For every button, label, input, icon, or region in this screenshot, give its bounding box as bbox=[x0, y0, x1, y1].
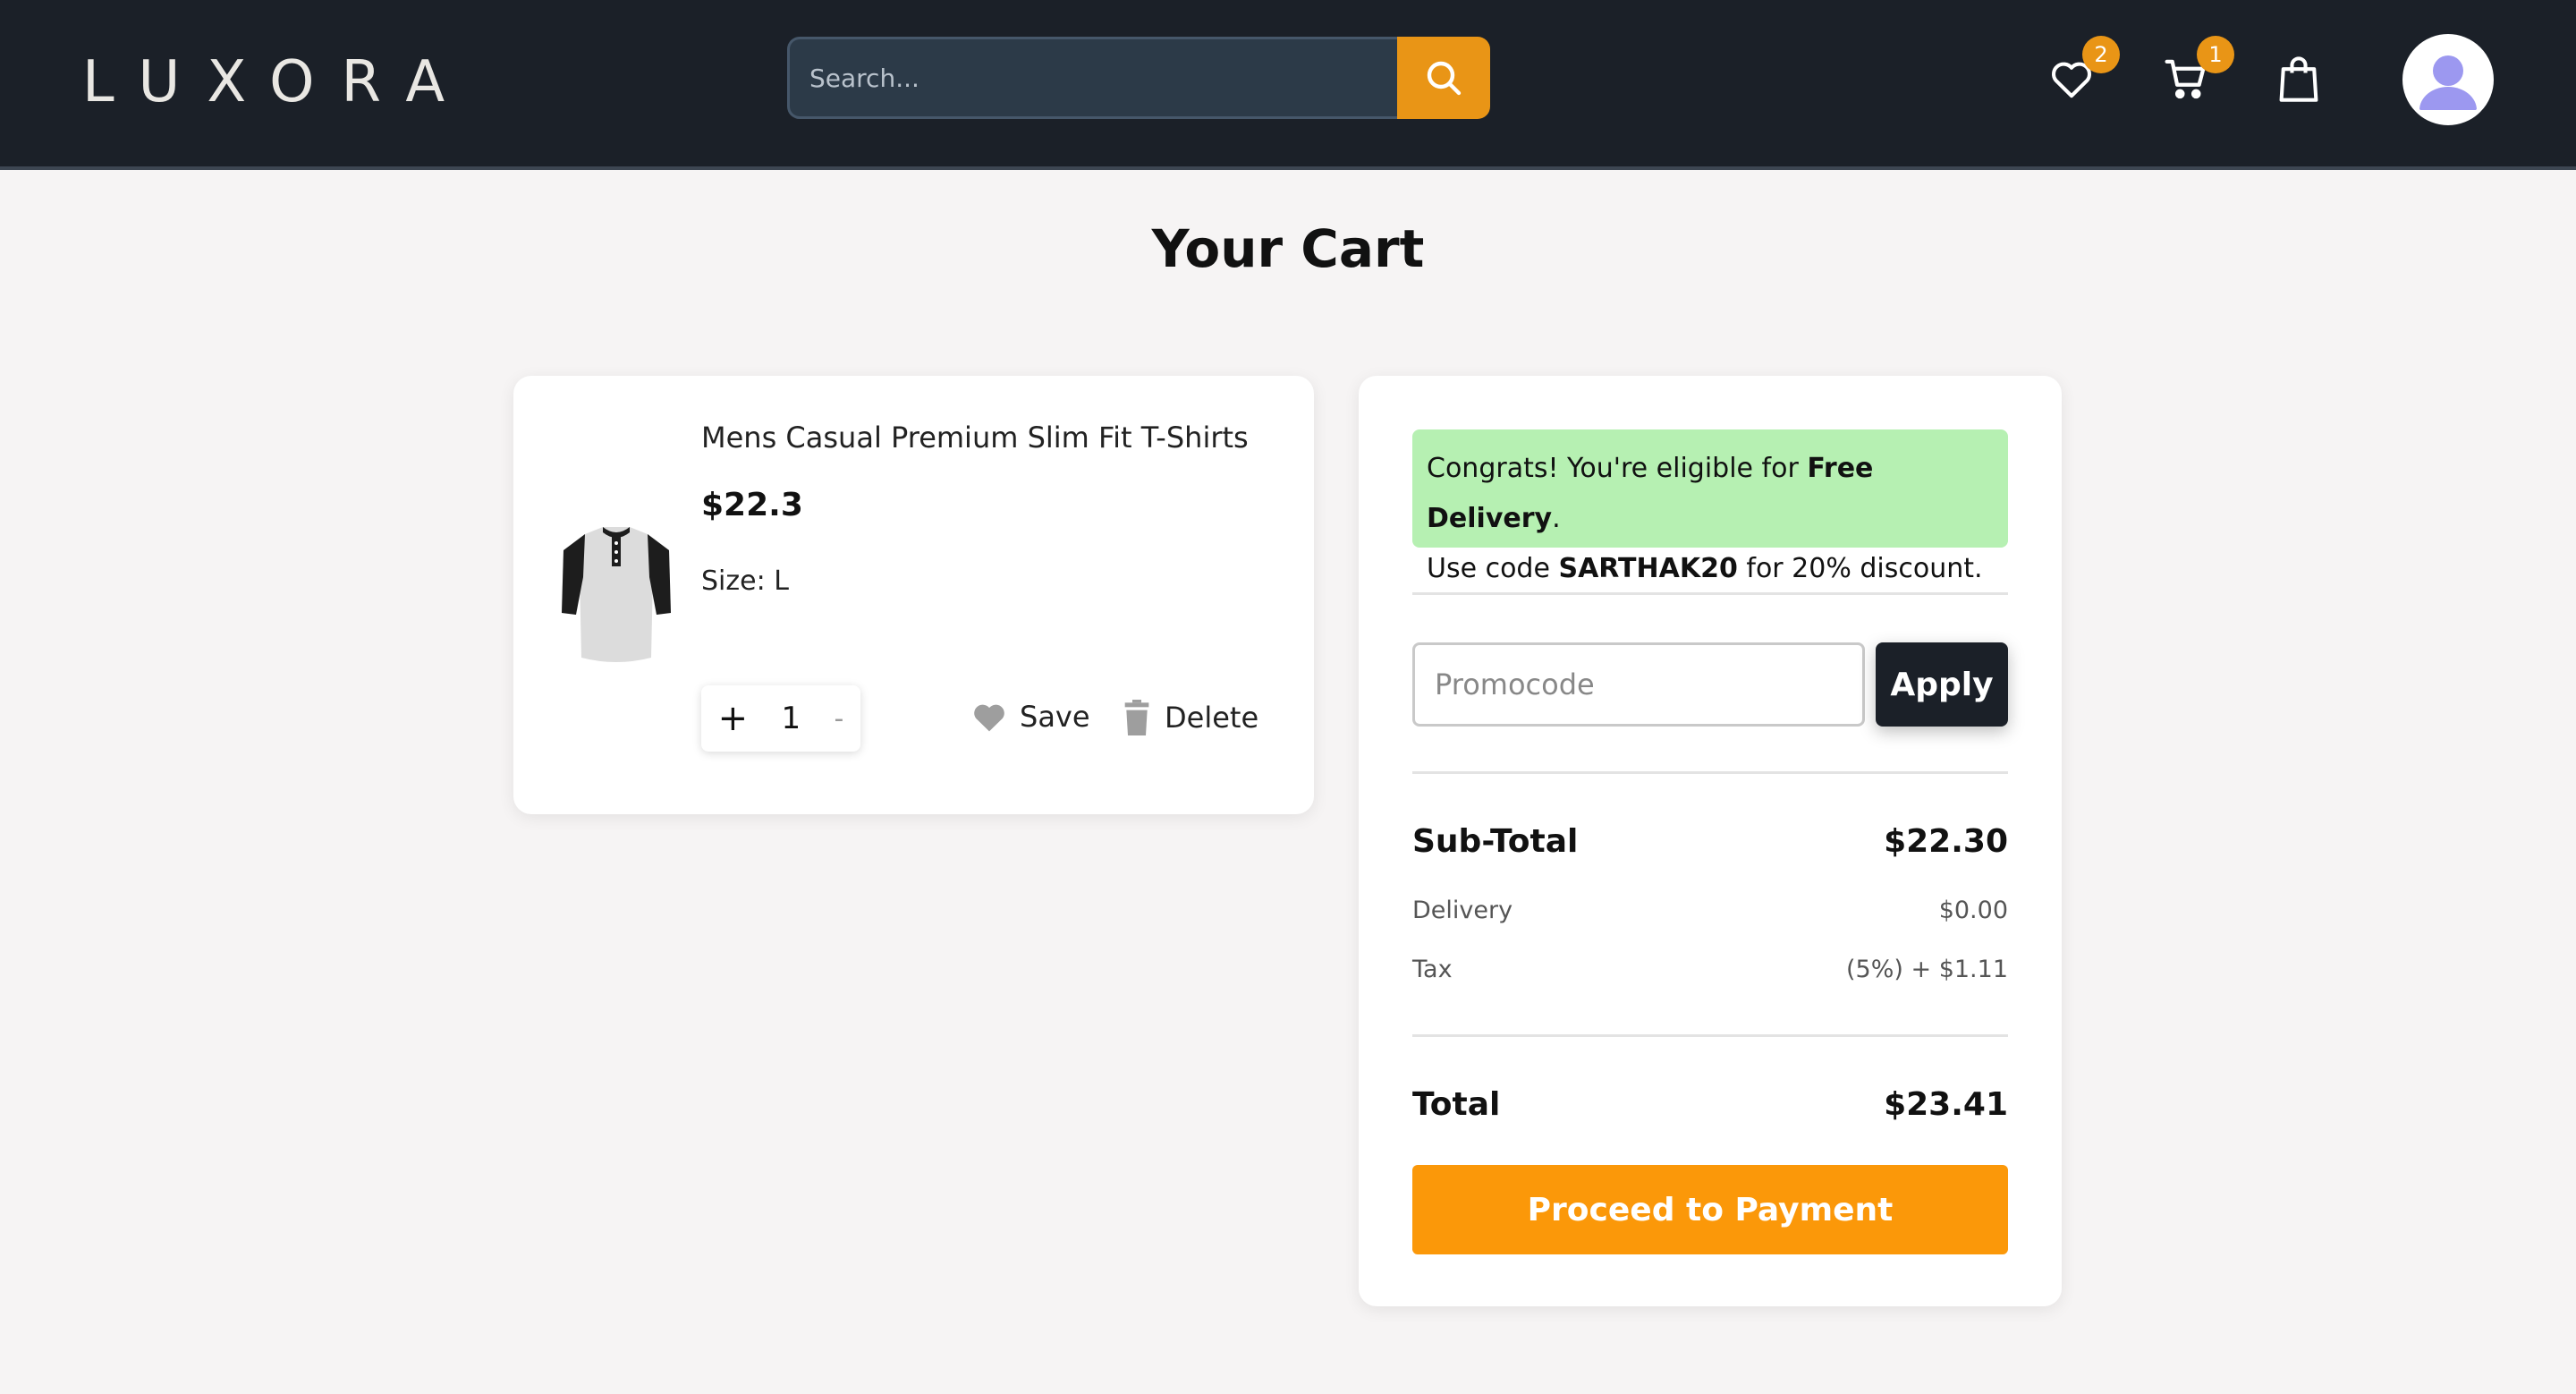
banner-line-2: Use code SARTHAK20 for 20% discount. bbox=[1427, 553, 1983, 584]
apply-promo-button[interactable]: Apply bbox=[1876, 642, 2008, 727]
quantity-value: 1 bbox=[781, 701, 801, 736]
proceed-to-payment-button[interactable]: Proceed to Payment bbox=[1412, 1165, 2008, 1254]
heart-icon bbox=[974, 704, 1004, 732]
search-icon bbox=[1427, 61, 1462, 96]
user-avatar[interactable] bbox=[2402, 34, 2494, 125]
brand-logo[interactable]: LUXORA bbox=[82, 47, 471, 118]
wishlist-count-badge: 2 bbox=[2082, 36, 2120, 73]
save-label: Save bbox=[1020, 700, 1090, 734]
delivery-label: Delivery bbox=[1412, 897, 1513, 924]
quantity-increase-button[interactable]: + bbox=[718, 698, 749, 739]
orders-button[interactable] bbox=[2270, 50, 2327, 107]
delete-item-button[interactable]: Delete bbox=[1122, 700, 1258, 735]
product-name[interactable]: Mens Casual Premium Slim Fit T-Shirts bbox=[701, 421, 1249, 455]
delivery-row: Delivery $0.00 bbox=[1412, 897, 2008, 924]
divider bbox=[1412, 1034, 2008, 1037]
search-bar bbox=[787, 37, 1490, 119]
delete-label: Delete bbox=[1165, 701, 1259, 735]
delivery-value: $0.00 bbox=[1938, 897, 2008, 924]
tax-row: Tax (5%) + $1.11 bbox=[1412, 956, 2008, 983]
quantity-stepper: + 1 - bbox=[701, 685, 860, 752]
subtotal-label: Sub-Total bbox=[1412, 823, 1579, 860]
top-navbar: LUXORA 2 1 bbox=[0, 0, 2576, 170]
search-input[interactable] bbox=[787, 37, 1397, 119]
bag-icon bbox=[2279, 56, 2318, 102]
divider bbox=[1412, 592, 2008, 595]
save-for-later-button[interactable]: Save bbox=[971, 700, 1090, 734]
promocode-input[interactable] bbox=[1412, 642, 1865, 727]
cart-item-card: Mens Casual Premium Slim Fit T-Shirts $2… bbox=[513, 376, 1314, 814]
trash-icon bbox=[1124, 700, 1149, 735]
cart-count-badge: 1 bbox=[2197, 36, 2234, 73]
divider bbox=[1412, 771, 2008, 774]
user-avatar-icon bbox=[2407, 38, 2489, 121]
search-button[interactable] bbox=[1397, 37, 1490, 119]
tax-value: (5%) + $1.11 bbox=[1846, 956, 2008, 983]
product-image[interactable] bbox=[558, 523, 674, 667]
tax-label: Tax bbox=[1412, 956, 1453, 983]
product-size: Size: L bbox=[701, 565, 789, 597]
subtotal-row: Sub-Total $22.30 bbox=[1412, 823, 2008, 860]
wishlist-button[interactable]: 2 bbox=[2043, 36, 2120, 107]
page-title: Your Cart bbox=[1151, 218, 1425, 279]
quantity-decrease-button[interactable]: - bbox=[834, 703, 843, 735]
cart-button[interactable]: 1 bbox=[2157, 36, 2234, 107]
subtotal-value: $22.30 bbox=[1884, 823, 2008, 860]
product-price: $22.3 bbox=[701, 487, 803, 523]
total-label: Total bbox=[1412, 1086, 1501, 1123]
banner-line-1: Congrats! You're eligible for Free Deliv… bbox=[1427, 453, 1874, 534]
order-summary-card: Congrats! You're eligible for Free Deliv… bbox=[1359, 376, 2062, 1306]
free-delivery-banner: Congrats! You're eligible for Free Deliv… bbox=[1412, 429, 2008, 584]
total-row: Total $23.41 bbox=[1412, 1086, 2008, 1123]
total-value: $23.41 bbox=[1884, 1086, 2008, 1123]
